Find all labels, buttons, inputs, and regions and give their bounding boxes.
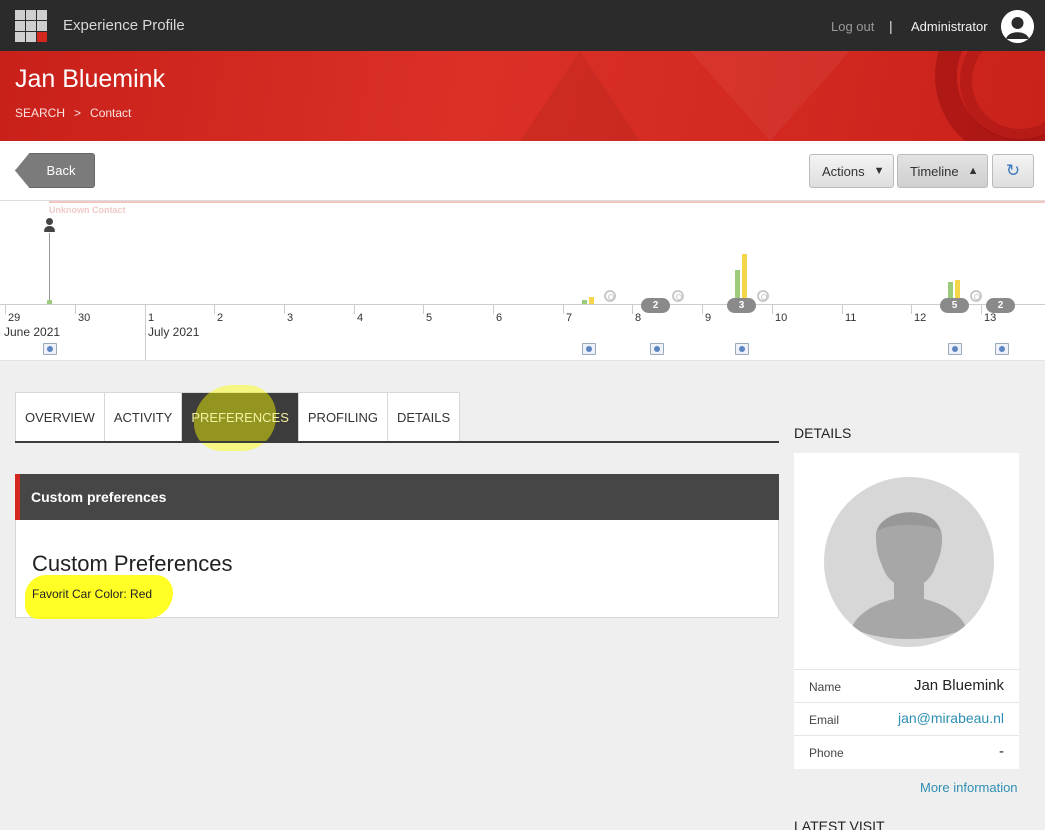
email-row: Email jan@mirabeau.nl [794, 702, 1019, 735]
favorite-car-color: Favorit Car Color: Red [32, 587, 153, 601]
custom-preferences-body: Custom Preferences Favorit Car Color: Re… [15, 520, 779, 619]
phone-label: Phone [809, 746, 844, 760]
breadcrumb-chevron-icon: > [74, 106, 82, 120]
contact-header: Jan Bluemink SEARCH > Contact [0, 51, 1045, 141]
back-button[interactable]: Back [15, 153, 95, 188]
day-tick: 10 [775, 312, 788, 324]
tab-details[interactable]: DETAILS [388, 393, 459, 442]
tab-preferences-label: PREFERENCES [191, 410, 289, 425]
tab-preferences[interactable]: PREFERENCES [182, 385, 299, 451]
name-label: Name [809, 680, 842, 694]
timeline-label: Timeline [910, 163, 959, 179]
month-label: June 2021 [4, 325, 61, 339]
toolbar: Back Actions ▼ Timeline ▲ ↻ [0, 141, 1045, 201]
day-tick: 12 [914, 312, 927, 324]
custom-preferences-title: Custom Preferences [32, 551, 233, 576]
contact-person-icon [44, 218, 55, 232]
day-tick: 7 [566, 312, 573, 324]
calendar-icon[interactable] [650, 343, 664, 355]
phone-row: Phone - [794, 735, 1019, 768]
breadcrumb-contact: Contact [90, 106, 132, 120]
day-tick: 1 [148, 312, 155, 324]
tab-overview[interactable]: OVERVIEW [16, 393, 105, 442]
calendar-icon[interactable] [948, 343, 962, 355]
visit-bar[interactable] [589, 297, 594, 304]
breadcrumb: SEARCH > Contact [15, 106, 131, 120]
tab-profiling[interactable]: PROFILING [299, 393, 388, 442]
profile-tabs: OVERVIEW ACTIVITY PREFERENCES PROFILING … [15, 385, 461, 451]
unknown-contact-label: Unknown Contact [49, 205, 126, 215]
refresh-icon: ↻ [1005, 161, 1021, 180]
caret-up-icon: ▲ [967, 165, 979, 177]
event-count-badge[interactable]: 2 [641, 298, 670, 313]
day-tick: 8 [635, 312, 642, 324]
goal-target-icon[interactable] [757, 290, 769, 302]
email-link[interactable]: jan@mirabeau.nl [898, 710, 1004, 726]
day-tick: 30 [78, 312, 91, 324]
latest-visit-heading: LATEST VISIT [794, 818, 885, 830]
calendar-icon[interactable] [995, 343, 1009, 355]
visit-bar[interactable] [582, 300, 587, 304]
visit-bar[interactable] [742, 254, 747, 304]
calendar-icon[interactable] [43, 343, 57, 355]
tab-activity[interactable]: ACTIVITY [105, 393, 183, 442]
event-count-badge[interactable]: 3 [727, 298, 756, 313]
details-heading: DETAILS [794, 425, 852, 441]
event-count-badge[interactable]: 5 [940, 298, 969, 313]
timeline-panel[interactable]: Unknown Contact 29 30 1 2 3 4 5 6 7 8 9 … [0, 201, 1045, 361]
user-name[interactable]: Administrator [911, 19, 988, 34]
contact-avatar-icon [824, 477, 994, 647]
timeline-button[interactable]: Timeline ▲ [897, 154, 988, 188]
logout-link[interactable]: Log out [831, 19, 874, 34]
day-tick: 6 [496, 312, 503, 324]
app-launcher-icon[interactable] [15, 10, 47, 42]
custom-preferences-header[interactable]: Custom preferences [15, 474, 779, 520]
day-tick: 3 [287, 312, 294, 324]
day-tick: 4 [357, 312, 364, 324]
calendar-icon[interactable] [582, 343, 596, 355]
app-title: Experience Profile [63, 17, 185, 34]
actions-label: Actions [822, 163, 865, 179]
more-information-link[interactable]: More information [920, 780, 1018, 795]
day-tick: 2 [217, 312, 224, 324]
top-bar: Experience Profile Log out | Administrat… [0, 0, 1045, 51]
day-tick: 5 [426, 312, 433, 324]
name-row: Name Jan Bluemink [794, 669, 1019, 702]
goal-target-icon[interactable] [672, 290, 684, 302]
event-count-badge[interactable]: 2 [986, 298, 1015, 313]
details-card: Name Jan Bluemink Email jan@mirabeau.nl … [794, 453, 1019, 769]
caret-down-icon: ▼ [873, 165, 885, 177]
user-avatar-icon[interactable] [1001, 10, 1034, 43]
day-tick: 9 [705, 312, 712, 324]
day-tick: 11 [845, 312, 857, 324]
email-label: Email [809, 713, 840, 727]
contact-name: Jan Bluemink [15, 65, 166, 93]
day-tick: 13 [984, 312, 997, 324]
name-value: Jan Bluemink [913, 677, 1004, 694]
day-tick: 29 [8, 312, 21, 324]
refresh-button[interactable]: ↻ [992, 154, 1034, 188]
month-label: July 2021 [148, 325, 200, 339]
phone-value: - [999, 743, 1004, 760]
goal-target-icon[interactable] [604, 290, 616, 302]
goal-target-icon[interactable] [970, 290, 982, 302]
actions-button[interactable]: Actions ▼ [809, 154, 894, 188]
calendar-icon[interactable] [735, 343, 749, 355]
topbar-separator: | [889, 18, 893, 34]
breadcrumb-search[interactable]: SEARCH [15, 106, 65, 120]
